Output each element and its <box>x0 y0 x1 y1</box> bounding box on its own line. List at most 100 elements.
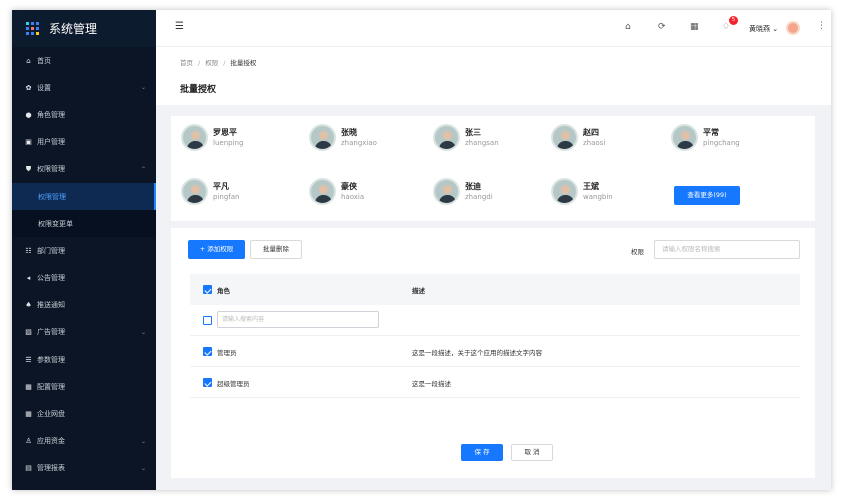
sidebar-menu: ⌂ 首页 ✿ 设置 ⌄ ● 角色管理 ▣ 用户管理 ⛊ 权限管理 ⌃ 权限管理 权限变更单 ☷ 部门管理 ◂ 公告… <box>12 47 156 482</box>
breadcrumb-permission[interactable]: 权限 <box>205 59 218 67</box>
column-header-role: 角色 <box>217 287 230 295</box>
home-icon[interactable]: ⌂ <box>625 22 631 32</box>
app-window: 系统管理 ⌂ 首页 ✿ 设置 ⌄ ● 角色管理 ▣ 用户管理 ⛊ 权限管理 ⌃ 权限管理 权限变更单 ☷ 部门… <box>12 10 831 490</box>
user-avatar <box>433 178 460 205</box>
chevron-down-icon: ⌄ <box>772 25 779 33</box>
sidebar-subitem[interactable]: 权限管理 <box>12 182 156 211</box>
more-icon[interactable]: ⋮ <box>817 21 826 31</box>
breadcrumb: 首页 / 权限 / 批量授权 <box>180 57 256 67</box>
user-pinyin: haoxia <box>341 192 365 201</box>
user-item[interactable]: 张迪 zhangdi <box>433 178 493 205</box>
user-name[interactable]: 黄晓燕 ⌄ <box>749 24 778 34</box>
user-panel: 查看更多(99) 罗恩平 luenping 张晓 zhangxiao 张三 zhangsa… <box>171 116 815 221</box>
sidebar-item[interactable]: ☷ 部门管理 <box>12 237 156 264</box>
table-row[interactable]: 超级管理员 这是一段描述 <box>190 367 800 398</box>
select-all-checkbox[interactable] <box>203 285 212 294</box>
user-item[interactable]: 平常 pingchang <box>671 124 740 151</box>
chevron-icon: ⌃ <box>140 165 146 173</box>
app-logo[interactable]: 系统管理 <box>12 10 156 47</box>
user-avatar <box>309 124 336 151</box>
save-button[interactable]: 保 存 <box>461 444 503 461</box>
sidebar-item[interactable]: ♙ 应用资金 ⌄ <box>12 428 156 455</box>
filter-input[interactable]: 请输入搜索内容 <box>217 311 379 328</box>
user-name-label: 黄晓燕 <box>749 25 770 33</box>
user-text: 豪侠 haoxia <box>341 182 364 202</box>
user-item[interactable]: 张三 zhangsan <box>433 124 499 151</box>
filter-checkbox[interactable] <box>203 316 212 325</box>
sidebar-item-label: 部门管理 <box>37 246 65 255</box>
sidebar-item[interactable]: ⛊ 权限管理 ⌃ <box>12 156 156 183</box>
avatar[interactable] <box>786 21 800 35</box>
bell-icon: ♠ <box>25 301 32 310</box>
sidebar-item-label: 推送通知 <box>37 301 65 310</box>
desc-cell: 这是一段描述 <box>412 380 451 388</box>
sidebar-subitem[interactable]: 权限变更单 <box>12 210 156 238</box>
sidebar-item-label: 管理报表 <box>37 464 65 473</box>
sidebar-item-label: 权限管理 <box>37 165 65 174</box>
breadcrumb-home[interactable]: 首页 <box>180 59 193 67</box>
user-pinyin: zhangsan <box>465 138 499 147</box>
user-name: 张迪 <box>465 181 481 191</box>
user-text: 平凡 pingfan <box>213 182 239 202</box>
sidebar-item-label: 公告管理 <box>37 274 65 283</box>
sidebar-item[interactable]: ▤ 管理报表 ⌄ <box>12 455 156 482</box>
home-icon: ⌂ <box>26 56 31 65</box>
sidebar-item[interactable]: ▦ 配置管理 <box>12 373 156 400</box>
user-name: 罗恩平 <box>213 127 237 137</box>
table-row[interactable]: 管理员 这是一段描述，关于这个应用的描述文字内容 <box>190 336 800 367</box>
row-checkbox[interactable] <box>203 347 212 356</box>
desc-cell: 这是一段描述，关于这个应用的描述文字内容 <box>412 349 542 357</box>
column-header-desc: 描述 <box>412 287 425 295</box>
team-icon: ☷ <box>25 246 32 255</box>
app-grid-icon <box>26 22 39 35</box>
view-more-button[interactable]: 查看更多(99) <box>674 186 740 205</box>
chevron-icon: ⌄ <box>140 328 146 336</box>
sidebar-item[interactable]: ☰ 参数管理 <box>12 346 156 373</box>
sidebar-item[interactable]: ▦ 企业网盘 <box>12 400 156 427</box>
sidebar-item-label: 参数管理 <box>37 355 65 364</box>
role-cell: 超级管理员 <box>217 380 250 388</box>
batch-delete-button[interactable]: 批量删除 <box>250 240 302 259</box>
sidebar-item[interactable]: ◂ 公告管理 <box>12 265 156 292</box>
user-item[interactable]: 罗恩平 luenping <box>181 124 243 151</box>
sidebar-item[interactable]: ▣ 用户管理 <box>12 129 156 156</box>
chevron-icon: ⌄ <box>140 464 146 472</box>
user-pinyin: zhangxiao <box>341 138 377 147</box>
search-input[interactable]: 请输入权限名称搜索 <box>654 240 800 259</box>
user-text: 罗恩平 luenping <box>213 128 243 148</box>
user-item[interactable]: 王斌 wangbin <box>551 178 613 205</box>
user-name: 张晓 <box>341 127 357 137</box>
user-item[interactable]: 赵四 zhaosi <box>551 124 605 151</box>
role-icon: ● <box>25 110 32 119</box>
breadcrumb-separator: / <box>198 59 201 67</box>
user-text: 平常 pingchang <box>703 128 740 148</box>
table-header: 角色 描述 <box>190 274 800 305</box>
menu-toggle-icon[interactable]: ☰ <box>175 22 185 32</box>
user-avatar <box>309 178 336 205</box>
sidebar-item-label: 企业网盘 <box>37 410 65 419</box>
sidebar-item[interactable]: ✿ 设置 ⌄ <box>12 74 156 101</box>
user-avatar <box>433 124 460 151</box>
sidebar-item[interactable]: ♠ 推送通知 <box>12 292 156 319</box>
sidebar-item-label: 设置 <box>37 83 51 92</box>
top-bar: ☰ ⌂ ⟳ ▦ ♢ 5 黄晓燕 ⌄ ⋮ <box>156 10 831 47</box>
sidebar-item-label: 首页 <box>37 56 51 65</box>
page-header: 首页 / 权限 / 批量授权 批量授权 <box>156 47 831 105</box>
user-text: 赵四 zhaosi <box>583 128 605 148</box>
row-checkbox[interactable] <box>203 378 212 387</box>
sidebar-item[interactable]: ● 角色管理 <box>12 101 156 128</box>
cancel-button[interactable]: 取 消 <box>511 444 553 461</box>
apps-icon[interactable]: ▦ <box>690 22 699 32</box>
sidebar-item-label: 角色管理 <box>37 110 65 119</box>
refresh-icon[interactable]: ⟳ <box>658 22 666 32</box>
user-item[interactable]: 张晓 zhangxiao <box>309 124 377 151</box>
bell-icon[interactable]: ♢ <box>722 22 730 32</box>
sidebar-item[interactable]: ▨ 广告管理 ⌄ <box>12 319 156 346</box>
chevron-icon: ⌄ <box>140 84 146 92</box>
permission-card: + 添加权限 批量删除 权限 请输入权限名称搜索 角色 描述 请输入搜索内容 管… <box>171 228 815 478</box>
user-item[interactable]: 平凡 pingfan <box>181 178 239 205</box>
add-permission-button[interactable]: + 添加权限 <box>188 240 245 259</box>
user-item[interactable]: 豪侠 haoxia <box>309 178 364 205</box>
filter-row: 请输入搜索内容 <box>190 305 800 336</box>
sidebar-item[interactable]: ⌂ 首页 <box>12 47 156 74</box>
